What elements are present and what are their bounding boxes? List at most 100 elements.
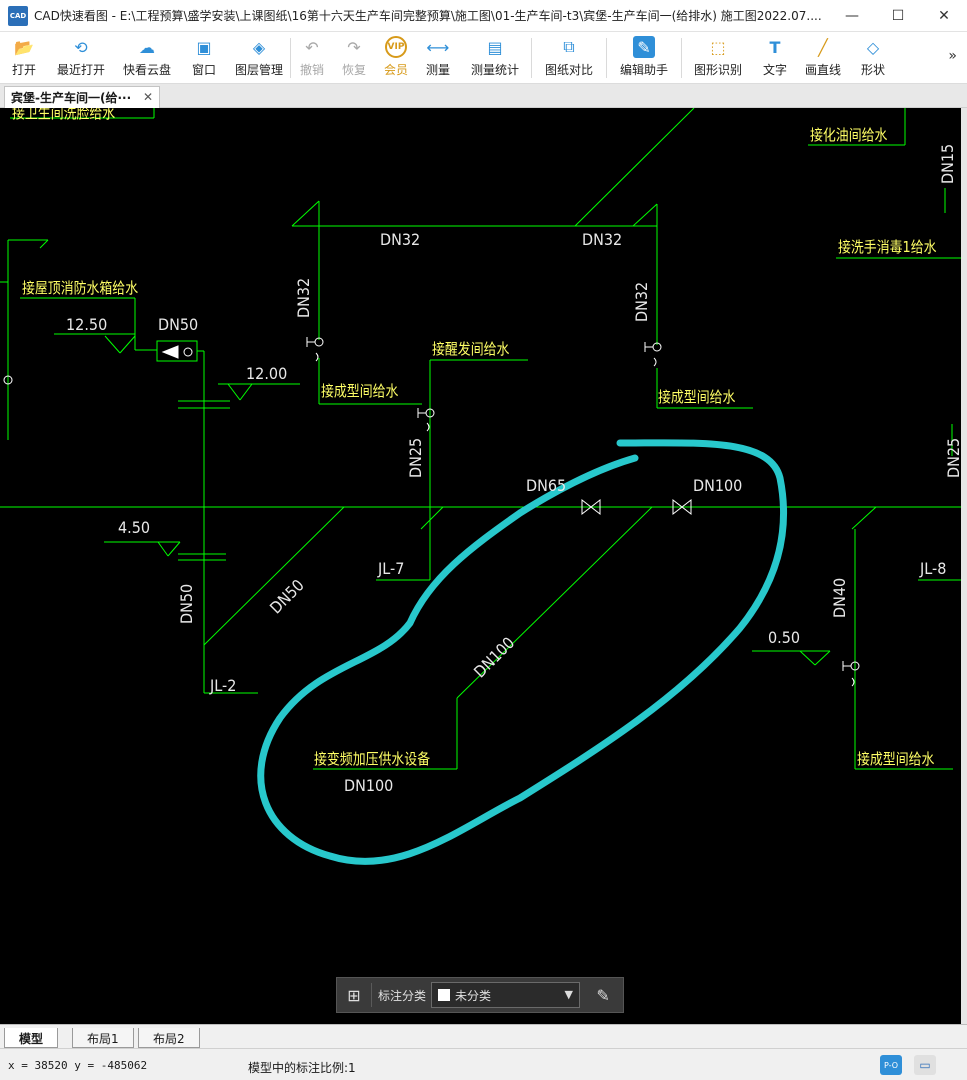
window-label: 窗口 <box>191 63 216 77</box>
open-label: 打开 <box>11 63 36 77</box>
annotation-category-select[interactable]: 未分类 ▼ <box>431 982 581 1008</box>
edit-assistant-label: 编辑助手 <box>619 63 668 77</box>
measure-stats-label: 测量统计 <box>470 63 519 77</box>
measure-label: 测量 <box>425 63 450 77</box>
label-forming-2: 接成型间给水 <box>658 388 736 406</box>
close-tab-icon[interactable]: ✕ <box>143 90 153 104</box>
compare-button[interactable]: ⧉ 图纸对比 <box>532 32 606 84</box>
vip-button[interactable]: VIP 会员 <box>375 32 417 84</box>
label-wash-disinfect: 接洗手消毒1给水 <box>838 238 937 256</box>
tab-layout2[interactable]: 布局2 <box>138 1028 200 1048</box>
status-bar: x = 38520 y = -485062 模型中的标注比例:1 P-O ▭ <box>0 1048 967 1080</box>
shape-recognize-icon: ⬚ <box>710 37 726 57</box>
window-icon: ▣ <box>196 37 212 57</box>
tab-layout1[interactable]: 布局1 <box>72 1028 134 1048</box>
label-vfd-supply: 接变频加压供水设备 <box>314 750 431 768</box>
layer-manager-label: 图层管理 <box>234 63 283 77</box>
cursor-coordinates: x = 38520 y = -485062 <box>8 1059 148 1072</box>
annotation-divider <box>371 983 372 1007</box>
label-dn25-right: DN25 <box>944 437 961 478</box>
label-jl8: JL-8 <box>920 559 947 578</box>
draw-line-label: 画直线 <box>804 63 841 77</box>
label-top-left-cut: 接卫生间洗脸给水 <box>12 108 116 122</box>
category-selected-value: 未分类 <box>455 988 492 1003</box>
tab-drawing[interactable]: 宾堡-生产车间一(给··· ✕ <box>4 86 160 108</box>
minimize-button[interactable]: — <box>829 0 875 32</box>
label-dn50-top: DN50 <box>158 315 199 334</box>
text-label: 文字 <box>762 63 787 77</box>
annotation-scale: 模型中的标注比例:1 <box>248 1061 356 1075</box>
document-tab-bar: 宾堡-生产车间一(给··· ✕ <box>0 84 967 108</box>
label-forming-1: 接成型间给水 <box>321 382 399 400</box>
ruler-icon: ⟷ <box>426 37 450 57</box>
label-dn65: DN65 <box>526 476 567 495</box>
app-logo-icon: CAD <box>8 5 28 26</box>
label-forming-3: 接成型间给水 <box>857 750 935 768</box>
cloud-icon: ☁ <box>139 37 155 57</box>
redo-button[interactable]: ↷ 恢复 <box>333 32 375 84</box>
layer-manager-button[interactable]: ◈ 图层管理 <box>228 32 290 84</box>
markup-freehand-loop <box>257 439 788 865</box>
shapes-button[interactable]: ◇ 形状 <box>850 32 896 84</box>
text-button[interactable]: T 文字 <box>754 32 796 84</box>
edit-assistant-icon: ✎ <box>633 36 655 58</box>
label-dn32-v2: DN32 <box>632 281 651 322</box>
annotation-category-bar: ⊞ 标注分类 未分类 ▼ ✎ <box>336 977 624 1013</box>
history-icon: ⟲ <box>74 37 88 57</box>
window-button[interactable]: ▣ 窗口 <box>180 32 228 84</box>
cad-canvas[interactable]: 接卫生间洗脸给水 接化油间给水 DN15 接洗手消毒1给水 接屋顶消防水箱给水 … <box>0 108 961 1024</box>
redo-label: 恢复 <box>341 63 366 77</box>
window-controls: — ☐ ✕ <box>829 0 967 32</box>
label-jl2: JL-2 <box>210 676 237 695</box>
undo-icon: ↶ <box>305 37 319 57</box>
label-dn50-v: DN50 <box>177 583 196 624</box>
label-dn15-right: DN15 <box>938 143 957 184</box>
annotation-category-label: 标注分类 <box>378 988 427 1003</box>
label-dn100-h: DN100 <box>693 476 743 495</box>
fullscreen-icon[interactable]: ▭ <box>914 1055 936 1075</box>
label-elev-450: 4.50 <box>118 518 151 537</box>
label-elev-050: 0.50 <box>768 628 801 647</box>
snap-toggle-button[interactable]: P-O <box>880 1055 902 1075</box>
edit-assistant-button[interactable]: ✎ 编辑助手 <box>607 32 681 84</box>
edit-category-icon[interactable]: ✎ <box>590 982 616 1008</box>
title-bar: CAD CAD快速看图 - E:\工程预算\盛学安装\上课图纸\16第十六天生产… <box>0 0 967 32</box>
label-dn32-v1: DN32 <box>294 277 313 318</box>
recent-label: 最近打开 <box>56 63 105 77</box>
label-dn32-h1: DN32 <box>380 230 421 249</box>
grid-icon[interactable]: ⊞ <box>343 984 365 1006</box>
measure-button[interactable]: ⟷ 测量 <box>417 32 459 84</box>
label-dn100-bottom: DN100 <box>344 776 394 795</box>
cad-drawing <box>0 108 961 865</box>
label-elev-1250: 12.50 <box>66 315 108 334</box>
chevron-down-icon: ▼ <box>564 988 574 1001</box>
layout-tab-bar: 模型 布局1 布局2 <box>0 1024 967 1048</box>
category-color-swatch <box>438 989 451 1001</box>
label-dn40: DN40 <box>830 577 849 618</box>
shapes-label: 形状 <box>860 63 885 77</box>
undo-button[interactable]: ↶ 撤销 <box>291 32 333 84</box>
canvas-scrollbar[interactable] <box>961 108 967 1024</box>
tab-drawing-label: 宾堡-生产车间一(给··· <box>11 91 132 105</box>
close-window-button[interactable]: ✕ <box>921 0 967 32</box>
text-icon: T <box>769 37 781 57</box>
label-elev-1200: 12.00 <box>246 364 288 383</box>
shape-recognize-label: 图形识别 <box>693 63 742 77</box>
measure-stats-button[interactable]: ▤ 测量统计 <box>459 32 531 84</box>
label-oil-room: 接化油间给水 <box>810 126 888 144</box>
tab-model[interactable]: 模型 <box>4 1028 59 1048</box>
cloud-disk-button[interactable]: ☁ 快看云盘 <box>114 32 180 84</box>
vip-label: 会员 <box>383 63 408 77</box>
undo-label: 撤销 <box>299 63 324 77</box>
compare-icon: ⧉ <box>563 37 575 56</box>
layers-icon: ◈ <box>252 37 266 57</box>
recent-button[interactable]: ⟲ 最近打开 <box>48 32 114 84</box>
draw-line-button[interactable]: ╱ 画直线 <box>796 32 850 84</box>
open-button[interactable]: 📂 打开 <box>0 32 48 84</box>
toolbar-more-button[interactable]: » <box>948 48 957 64</box>
vip-icon: VIP <box>385 36 407 58</box>
shape-recognize-button[interactable]: ⬚ 图形识别 <box>682 32 754 84</box>
redo-icon: ↷ <box>347 37 361 57</box>
line-icon: ╱ <box>818 37 828 57</box>
maximize-button[interactable]: ☐ <box>875 0 921 32</box>
